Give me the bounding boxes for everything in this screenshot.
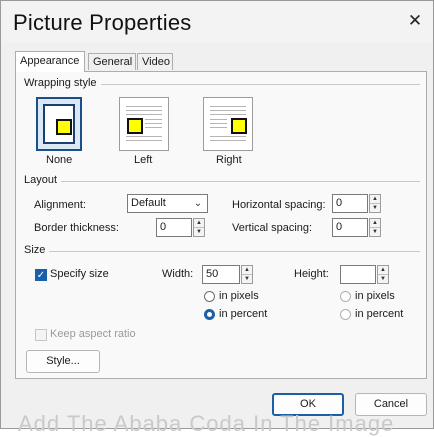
spin-down-icon[interactable]: ▼ xyxy=(370,204,380,212)
alignment-value: Default xyxy=(131,197,166,209)
background-document-text: Add The Ababa Coda In The Image xyxy=(18,411,395,436)
height-in-percent-radio[interactable] xyxy=(340,309,351,320)
vertical-spacing-spinner[interactable]: ▲ ▼ xyxy=(369,218,381,237)
size-divider xyxy=(24,251,420,252)
border-thickness-label: Border thickness: xyxy=(34,222,119,234)
appearance-panel: Wrapping style None Left Right Layout Al… xyxy=(15,71,427,379)
border-thickness-spinner[interactable]: ▲ ▼ xyxy=(193,218,205,237)
dialog-title: Picture Properties xyxy=(13,10,192,35)
width-in-pixels-radio[interactable] xyxy=(204,291,215,302)
height-label: Height: xyxy=(294,268,329,280)
wrap-right-label: Right xyxy=(216,154,242,166)
alignment-select[interactable]: Default ⌄ xyxy=(127,194,208,213)
width-label: Width: xyxy=(162,268,194,280)
picture-sample-icon xyxy=(56,119,72,135)
layout-label: Layout xyxy=(24,174,62,186)
keep-aspect-ratio-checkbox[interactable] xyxy=(35,329,47,341)
border-thickness-field[interactable]: 0 xyxy=(156,218,192,237)
wrap-left-button[interactable] xyxy=(119,97,169,151)
height-in-percent-label: in percent xyxy=(355,308,404,320)
specify-size-label: Specify size xyxy=(50,268,109,280)
tab-general[interactable]: General xyxy=(88,53,136,70)
height-spinner[interactable]: ▲ ▼ xyxy=(377,265,389,284)
wrap-none-button[interactable] xyxy=(36,97,82,151)
wrap-right-button[interactable] xyxy=(203,97,253,151)
width-in-pixels-label: in pixels xyxy=(219,290,259,302)
title-bar: Picture Properties ✕ xyxy=(1,1,433,43)
close-icon[interactable]: ✕ xyxy=(403,9,427,33)
vertical-spacing-field[interactable]: 0 xyxy=(332,218,368,237)
height-in-pixels-label: in pixels xyxy=(355,290,395,302)
spin-up-icon[interactable]: ▲ xyxy=(370,195,380,204)
height-in-pixels-radio[interactable] xyxy=(340,291,351,302)
horizontal-spacing-field[interactable]: 0 xyxy=(332,194,368,213)
width-spinner[interactable]: ▲ ▼ xyxy=(241,265,253,284)
chevron-down-icon: ⌄ xyxy=(193,198,203,209)
size-label: Size xyxy=(24,244,50,256)
wrap-none-preview xyxy=(43,104,75,144)
width-field[interactable]: 50 xyxy=(202,265,240,284)
spin-up-icon[interactable]: ▲ xyxy=(242,266,252,275)
picture-sample-icon xyxy=(127,118,143,134)
spin-down-icon[interactable]: ▼ xyxy=(242,275,252,283)
tab-appearance[interactable]: Appearance xyxy=(15,51,85,72)
width-in-percent-radio[interactable] xyxy=(204,309,215,320)
spin-up-icon[interactable]: ▲ xyxy=(370,219,380,228)
style-button[interactable]: Style... xyxy=(26,350,100,373)
height-field[interactable] xyxy=(340,265,376,284)
vertical-spacing-label: Vertical spacing: xyxy=(232,222,313,234)
alignment-label: Alignment: xyxy=(34,199,86,211)
wrapping-style-label: Wrapping style xyxy=(24,77,101,89)
spin-down-icon[interactable]: ▼ xyxy=(194,228,204,236)
specify-size-checkbox[interactable]: ✓ xyxy=(35,269,47,281)
tab-video[interactable]: Video xyxy=(137,53,173,70)
wrap-left-label: Left xyxy=(134,154,153,166)
horizontal-spacing-spinner[interactable]: ▲ ▼ xyxy=(369,194,381,213)
spin-down-icon[interactable]: ▼ xyxy=(378,275,388,283)
spin-up-icon[interactable]: ▲ xyxy=(194,219,204,228)
layout-divider xyxy=(24,181,420,182)
width-in-percent-label: in percent xyxy=(219,308,268,320)
keep-aspect-ratio-label: Keep aspect ratio xyxy=(50,328,136,340)
horizontal-spacing-label: Horizontal spacing: xyxy=(232,199,326,211)
spin-down-icon[interactable]: ▼ xyxy=(370,228,380,236)
spin-up-icon[interactable]: ▲ xyxy=(378,266,388,275)
picture-sample-icon xyxy=(231,118,247,134)
wrap-none-label: None xyxy=(46,154,73,166)
picture-properties-dialog: Picture Properties ✕ Appearance General … xyxy=(0,0,434,429)
